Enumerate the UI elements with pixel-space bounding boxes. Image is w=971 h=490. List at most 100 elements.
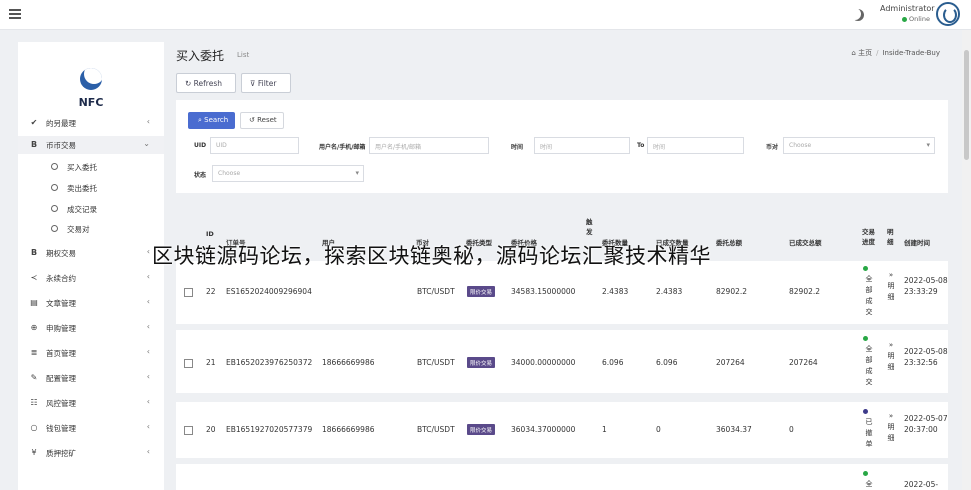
table-row: 21 EB1652023976250372 18666669986 BTC/US… [176, 330, 948, 393]
online-status-label: Online [909, 15, 930, 23]
menu-toggle-icon[interactable] [9, 9, 21, 19]
circle-icon [51, 205, 58, 212]
list-icon: ≣ [30, 348, 38, 357]
table-row: 20 EB1651927020577379 18666669986 BTC/US… [176, 402, 948, 458]
circle-icon [51, 225, 58, 232]
detail-link[interactable]: » 明细 [886, 270, 896, 303]
breadcrumb: ⌂ 主页 / Inside-Trade-Buy [851, 48, 940, 58]
cell-id: 22 [206, 287, 216, 296]
sidebar-item-homepage[interactable]: ≣ 首页管理 ‹ [18, 344, 164, 362]
status-dot [863, 409, 868, 414]
filter-button[interactable]: ⊽ Filter [241, 73, 291, 93]
sidebar-item-options[interactable]: B 期权交易 ‹ [18, 244, 164, 262]
sidebar-subitem-label: 买入委托 [67, 163, 97, 172]
cell-amount: 1 [602, 425, 607, 434]
sidebar-item-config[interactable]: ✎ 配置管理 ‹ [18, 369, 164, 387]
sidebar-item-label: 质押挖矿 [46, 449, 76, 458]
avatar[interactable] [936, 2, 960, 26]
cell-traded-total: 0 [789, 425, 794, 434]
bitcoin-icon: B [30, 140, 38, 149]
reset-button[interactable]: ↺ Reset [240, 112, 284, 129]
sidebar-item-risk[interactable]: ☷ 风控管理 ‹ [18, 394, 164, 412]
cell-created: 2022-05-07 20:37:00 [904, 414, 948, 434]
sidebar-subitem-sell-orders[interactable]: 卖出委托 [18, 181, 164, 197]
logo-icon [80, 68, 102, 90]
sidebar-item-spot-trading[interactable]: B 币币交易 ⌄ [18, 136, 164, 154]
cell-price: 34000.00000000 [511, 358, 576, 367]
cell-amount: 2.4383 [602, 287, 629, 296]
time-label: 时间 [511, 144, 524, 151]
dark-mode-icon[interactable] [852, 9, 864, 21]
page-title: 买入委托 [176, 49, 225, 63]
detail-label: 明细 [887, 352, 895, 371]
cell-total: 82902.2 [716, 287, 748, 296]
cell-created: 2022-05- [904, 480, 939, 489]
breadcrumb-home[interactable]: 主页 [858, 49, 872, 57]
cell-id: 20 [206, 425, 216, 434]
time-to-input[interactable]: 时间 [647, 137, 744, 154]
col-created: 创建时间 [904, 239, 930, 247]
refresh-button[interactable]: ↻ Refresh [176, 73, 236, 93]
sidebar-subitem-label: 卖出委托 [67, 184, 97, 193]
caret-down-icon: ▾ [926, 141, 930, 149]
share-icon: ≺ [30, 273, 38, 282]
cell-traded-total: 82902.2 [789, 287, 821, 296]
row-checkbox[interactable] [184, 426, 193, 435]
check-icon: ✔ [30, 118, 38, 127]
sidebar-item-wallet[interactable]: ○ 钱包管理 ‹ [18, 419, 164, 437]
row-checkbox[interactable] [184, 288, 193, 297]
circle-icon [51, 163, 58, 170]
pair-label: 币对 [766, 144, 779, 151]
user-label: 用户名/手机/邮箱 [319, 144, 366, 151]
status-select-value: Choose [218, 170, 241, 177]
detail-link[interactable]: » 明细 [886, 340, 896, 373]
sidebar-subitem-label: 交易对 [67, 225, 90, 234]
sidebar-item-label: 文章管理 [46, 299, 76, 308]
admin-name: Administrator [880, 4, 935, 13]
order-type-badge: 限价交易 [467, 424, 496, 435]
sidebar-item-0[interactable]: ✔ 的另最理 ‹ [18, 114, 164, 132]
breadcrumb-current: Inside-Trade-Buy [882, 49, 940, 57]
user-input[interactable]: 用户名/手机/邮箱 [369, 137, 489, 154]
col-progress: 交易进度 [862, 228, 875, 246]
sidebar-item-staking[interactable]: ¥ 质押挖矿 ‹ [18, 444, 164, 462]
pair-select[interactable]: Choose ▾ [783, 137, 935, 154]
time-from-input[interactable]: 时间 [534, 137, 630, 154]
cell-pair: BTC/USDT [417, 358, 455, 367]
status-select[interactable]: Choose ▾ [212, 165, 364, 182]
filter-panel: ⌕ Search ↺ Reset UID UID 用户名/手机/邮箱 用户名/手… [176, 100, 948, 193]
scrollbar-thumb[interactable] [964, 50, 969, 160]
table-row: 全 2022-05- [176, 464, 948, 490]
row-checkbox[interactable] [184, 359, 193, 368]
sidebar-subitem-trades[interactable]: 成交记录 [18, 202, 164, 218]
detail-mark: » [888, 412, 894, 420]
uid-input[interactable]: UID [210, 137, 299, 154]
order-type-badge: 限价交易 [467, 357, 496, 368]
sidebar-subitem-buy-orders[interactable]: 买入委托 [18, 160, 164, 176]
chevron-left-icon: ‹ [146, 397, 150, 406]
globe-icon: ⊕ [30, 323, 38, 332]
cell-status: 全 [865, 480, 873, 488]
cell-pair: BTC/USDT [417, 425, 455, 434]
cell-price: 36034.37000000 [511, 425, 576, 434]
detail-link[interactable]: » 明细 [886, 411, 896, 444]
chevron-left-icon: ‹ [146, 322, 150, 331]
cell-price: 34583.15000000 [511, 287, 576, 296]
chevron-down-icon: ⌄ [143, 139, 150, 148]
sidebar-item-label: 币币交易 [46, 141, 76, 150]
top-bar: Administrator Online [0, 0, 971, 30]
cell-created: 2022-05-08 23:32:56 [904, 347, 948, 367]
sidebar-subitem-pairs[interactable]: 交易对 [18, 222, 164, 238]
cell-order-no: EB1651927020577379 [226, 425, 313, 434]
chevron-left-icon: ‹ [146, 347, 150, 356]
undo-icon: ↺ [249, 116, 258, 124]
sidebar-item-perpetual[interactable]: ≺ 永续合约 ‹ [18, 269, 164, 287]
col-id[interactable]: ID [206, 230, 214, 238]
page-scrollbar[interactable] [962, 30, 971, 490]
sidebar-item-articles[interactable]: ▤ 文章管理 ‹ [18, 294, 164, 312]
filter-icon: ⊽ [250, 79, 258, 88]
search-button[interactable]: ⌕ Search [188, 112, 235, 129]
breadcrumb-separator: / [876, 49, 879, 57]
detail-mark: » [888, 341, 894, 349]
sidebar-item-subscription[interactable]: ⊕ 申购管理 ‹ [18, 319, 164, 337]
